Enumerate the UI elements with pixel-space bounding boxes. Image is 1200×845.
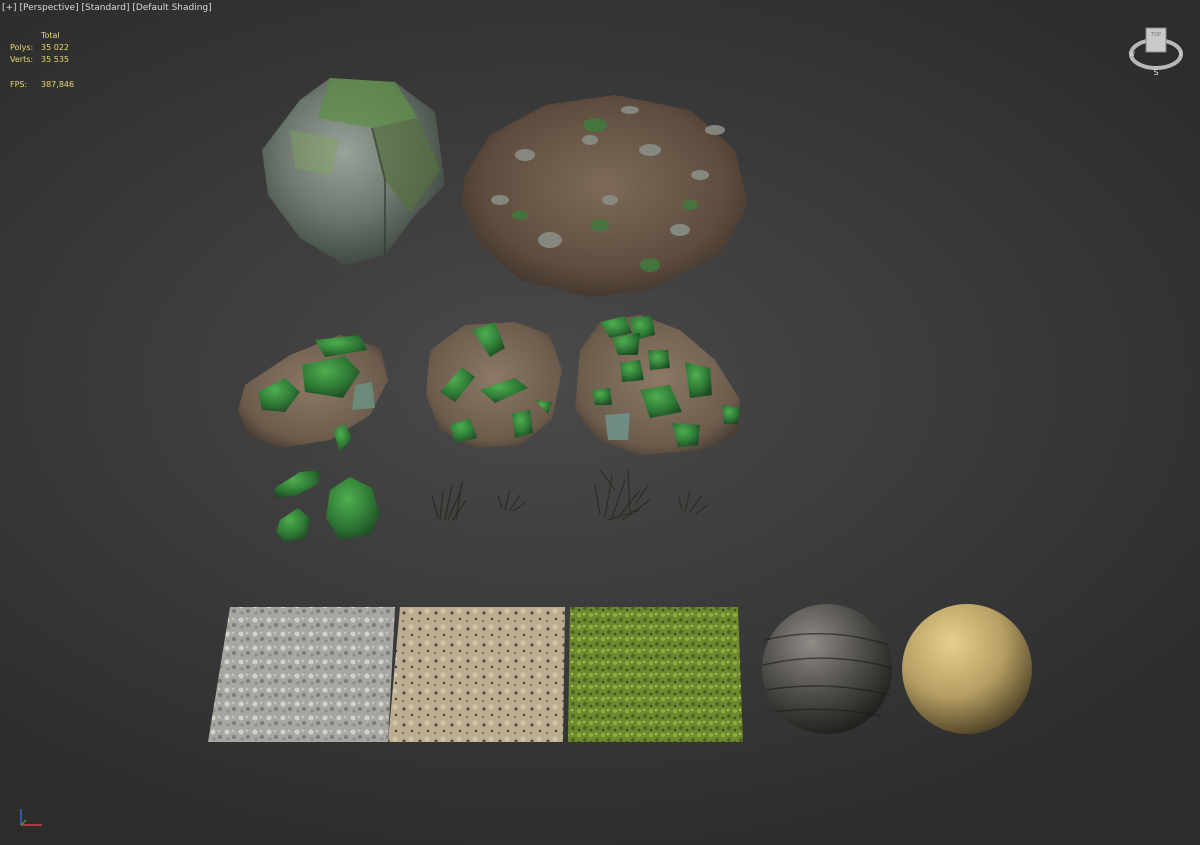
stats-verts-row: Verts: 35 535	[10, 54, 74, 66]
fps-value: 387,846	[41, 80, 75, 89]
viewport-menu-standard[interactable]: [Standard]	[81, 3, 129, 13]
stats-fps-row: FPS: 387,846	[10, 79, 74, 91]
dirt-texture-plane[interactable]	[388, 607, 565, 742]
statistics-overlay: Total Polys: 35 022 Verts: 35 535 FPS: 3…	[10, 30, 74, 91]
viewport-scene[interactable]	[0, 0, 1200, 845]
mossy-boulder[interactable]	[262, 78, 445, 265]
stats-header: Total	[41, 31, 60, 40]
viewport-menu-plus[interactable]: [+]	[2, 3, 17, 13]
axis-tripod-icon	[20, 809, 42, 826]
viewcube[interactable]: TOP S W E	[1126, 22, 1186, 82]
sand-material-sphere[interactable]	[902, 604, 1032, 734]
moss-texture-plane[interactable]	[568, 607, 743, 742]
viewport-menu-shading[interactable]: [Default Shading]	[132, 3, 211, 13]
viewport-label[interactable]: [+] [Perspective] [Standard] [Default Sh…	[2, 3, 212, 13]
ground-patch-1[interactable]	[238, 335, 388, 452]
viewport-menu-perspective[interactable]: [Perspective]	[19, 3, 78, 13]
grass-tufts-sparse[interactable]	[431, 481, 526, 522]
ground-patch-3[interactable]	[575, 315, 740, 455]
moss-stones[interactable]	[275, 470, 380, 542]
compass-south-label[interactable]: S	[1153, 68, 1158, 77]
polys-value: 35 022	[41, 43, 69, 52]
wood-material-sphere[interactable]	[762, 604, 893, 734]
stats-polys-row: Polys: 35 022	[10, 42, 74, 54]
compass-east-label[interactable]: E	[1179, 51, 1183, 58]
grass-tufts-dense[interactable]	[594, 469, 709, 521]
rocky-mound[interactable]	[462, 95, 748, 297]
viewcube-face-label: TOP	[1150, 32, 1161, 38]
gravel-texture-plane[interactable]	[208, 607, 395, 742]
verts-value: 35 535	[41, 55, 69, 64]
compass-west-label[interactable]: W	[1129, 51, 1135, 58]
fps-label: FPS:	[10, 80, 28, 89]
verts-label: Verts:	[10, 55, 34, 64]
polys-label: Polys:	[10, 43, 34, 52]
ground-patch-2[interactable]	[426, 322, 562, 448]
